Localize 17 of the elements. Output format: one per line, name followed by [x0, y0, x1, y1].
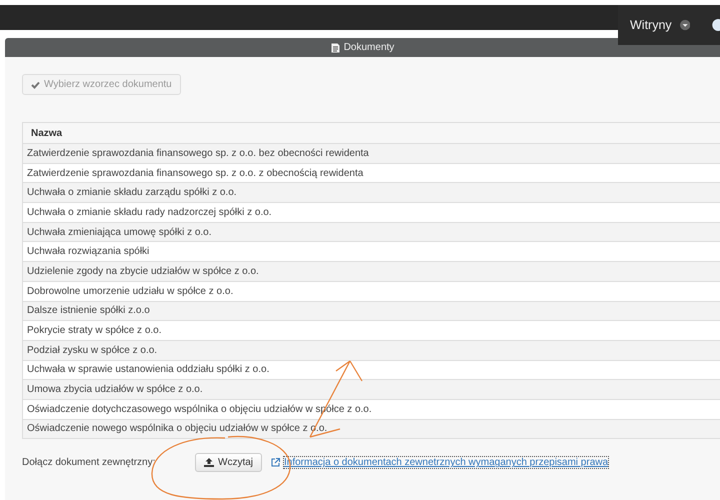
- upload-icon: [204, 458, 214, 468]
- document-name-cell[interactable]: Uchwała o zmianie składu zarządu spółki z o.o.: [22, 182, 720, 203]
- document-name-cell[interactable]: Udzielenie zgody na zbycie udziałów w spółce z o.o.: [22, 262, 720, 282]
- document-name-cell[interactable]: Dalsze istnienie spółki z.o.o: [22, 301, 720, 321]
- attach-label: Dołącz dokument zewnętrzny:: [22, 457, 156, 468]
- document-icon: [330, 42, 340, 52]
- column-header: Nazwa: [22, 122, 720, 144]
- upload-button[interactable]: Wczytaj: [195, 453, 262, 472]
- external-link-icon: [271, 458, 280, 468]
- check-icon: [31, 80, 40, 88]
- panel-title: Dokumenty: [344, 42, 394, 53]
- document-name-cell[interactable]: Podział zysku w spółce z o.o.: [22, 340, 720, 360]
- sites-menu[interactable]: Witryny: [630, 18, 672, 32]
- document-name-cell[interactable]: Zatwierdzenie sprawozdania finansowego sp. z o.o. bez obecności rewidenta: [22, 144, 720, 164]
- document-name-cell[interactable]: Umowa zbycia udziałów w spółce z o.o.: [22, 380, 720, 400]
- caret-icon: [680, 19, 690, 31]
- document-name-cell[interactable]: Uchwała zmieniająca umowę spółki z o.o.: [22, 222, 720, 242]
